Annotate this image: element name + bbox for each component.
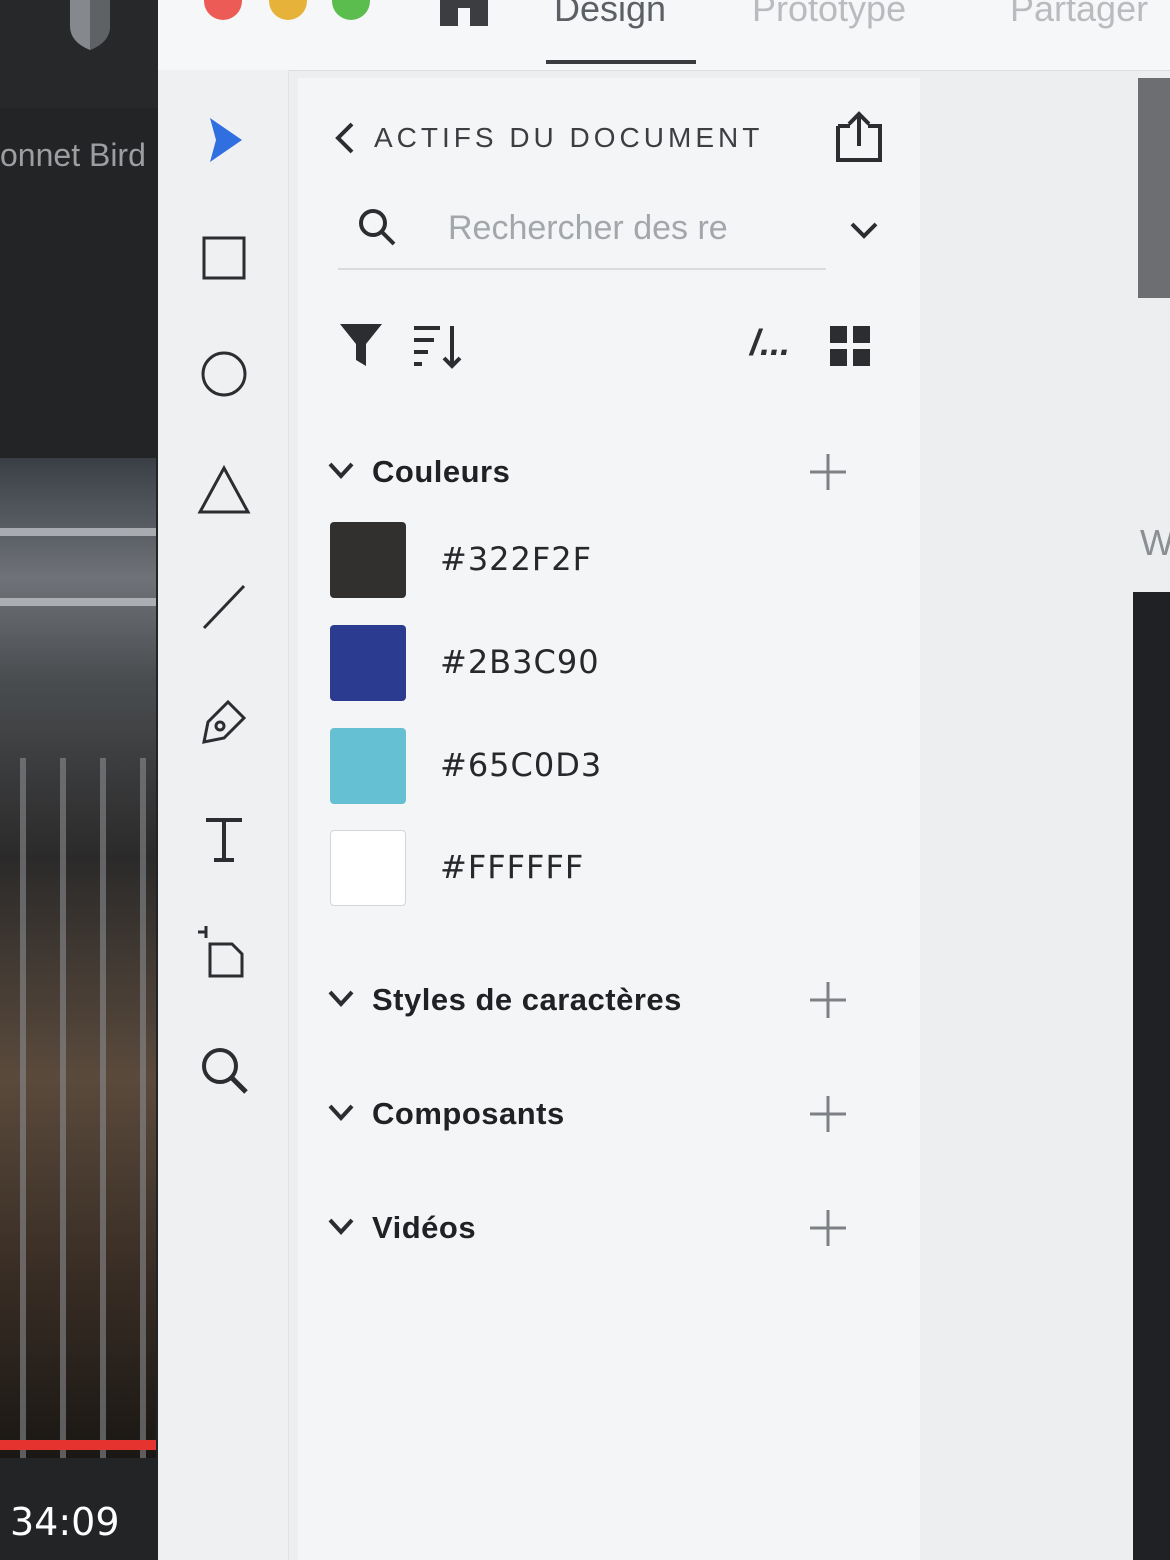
background-window-topbar: [0, 0, 160, 108]
add-video-icon[interactable]: [806, 1206, 850, 1250]
path-label[interactable]: /...: [750, 322, 790, 364]
background-window-title: onnet Bird: [0, 137, 146, 173]
section-character-styles[interactable]: Styles de caractères: [326, 976, 866, 1024]
video-timestamp: 34:09: [10, 1500, 120, 1544]
color-swatch[interactable]: [330, 728, 406, 804]
close-window-button[interactable]: [204, 0, 242, 20]
color-hex-label: #2B3C90: [440, 643, 600, 681]
zoom-icon[interactable]: [194, 1040, 254, 1100]
panel-header: ACTIFS DU DOCUMENT: [332, 111, 892, 162]
add-character-style-icon[interactable]: [806, 978, 850, 1022]
color-swatch[interactable]: [330, 830, 406, 906]
section-components[interactable]: Composants: [326, 1090, 866, 1138]
color-hex-label: #65C0D3: [440, 746, 603, 784]
color-hex-label: #FFFFFF: [440, 848, 585, 886]
color-hex-label: #322F2F: [440, 540, 593, 578]
chevron-down-icon[interactable]: [326, 456, 356, 486]
chevron-down-icon[interactable]: [326, 984, 356, 1014]
color-swatch[interactable]: [330, 625, 406, 701]
filter-icon[interactable]: [338, 322, 384, 368]
rectangle-icon[interactable]: [194, 228, 254, 288]
canvas-edge-text: W: [1140, 522, 1170, 563]
polygon-icon[interactable]: [194, 460, 254, 520]
home-icon[interactable]: [438, 0, 490, 26]
canvas-artboard-edge[interactable]: [1138, 78, 1170, 298]
color-item[interactable]: #2B3C90: [330, 625, 690, 705]
add-color-icon[interactable]: [806, 450, 850, 494]
section-colors-label: Couleurs: [372, 454, 511, 489]
pen-icon[interactable]: [194, 692, 254, 752]
color-item[interactable]: #FFFFFF: [330, 830, 690, 910]
section-colors[interactable]: Couleurs: [326, 448, 866, 496]
text-icon[interactable]: [194, 808, 254, 868]
section-videos-label: Vidéos: [372, 1210, 477, 1245]
search-bar: [338, 198, 826, 270]
minimize-window-button[interactable]: [269, 0, 307, 20]
select-icon[interactable]: [194, 110, 254, 170]
chevron-down-icon[interactable]: [326, 1212, 356, 1242]
shield-icon: [70, 0, 110, 50]
tab-share[interactable]: Partager: [1010, 0, 1148, 30]
canvas-artboard[interactable]: [1133, 592, 1170, 1560]
video-progress-bar[interactable]: [0, 1440, 156, 1450]
share-icon[interactable]: [832, 110, 886, 164]
active-tab-indicator: [546, 60, 696, 64]
chevron-down-icon[interactable]: [846, 216, 882, 246]
video-frame: [0, 458, 156, 1458]
tab-design[interactable]: Design: [554, 0, 666, 30]
chevron-left-icon[interactable]: [332, 120, 358, 156]
search-input[interactable]: [448, 206, 748, 250]
title-bar: Design Prototype Partager: [158, 0, 1170, 71]
color-item[interactable]: #65C0D3: [330, 728, 690, 808]
color-swatch[interactable]: [330, 522, 406, 598]
grid-view-icon[interactable]: [828, 324, 872, 368]
tool-rail: [158, 70, 289, 1560]
add-component-icon[interactable]: [806, 1092, 850, 1136]
artboard-icon[interactable]: [194, 924, 254, 984]
sort-icon[interactable]: [412, 322, 464, 370]
tab-prototype[interactable]: Prototype: [752, 0, 906, 30]
maximize-window-button[interactable]: [332, 0, 370, 20]
section-character-styles-label: Styles de caractères: [372, 982, 682, 1017]
section-components-label: Composants: [372, 1096, 565, 1131]
color-item[interactable]: #322F2F: [330, 522, 690, 602]
panel-title: ACTIFS DU DOCUMENT: [374, 122, 764, 153]
background-video-window: onnet Bird 34:09: [0, 0, 160, 1560]
chevron-down-icon[interactable]: [326, 1098, 356, 1128]
section-videos[interactable]: Vidéos: [326, 1204, 866, 1252]
document-assets-panel: ACTIFS DU DOCUMENT /...: [298, 78, 920, 1560]
ellipse-icon[interactable]: [194, 344, 254, 404]
design-app-window: Design Prototype Partager ACTIFS DU DOCU…: [158, 0, 1170, 1560]
search-icon: [359, 209, 396, 246]
line-icon[interactable]: [194, 576, 254, 636]
